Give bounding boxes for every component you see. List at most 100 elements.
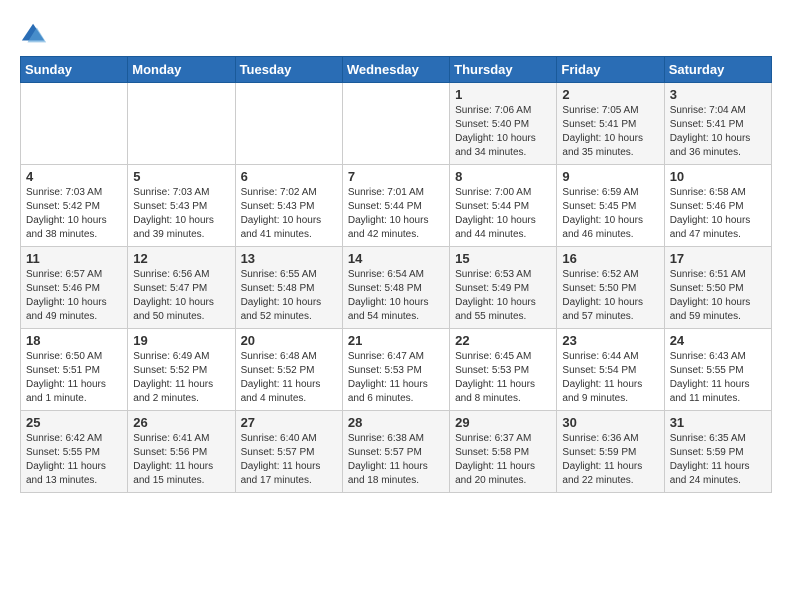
day-info: Sunrise: 7:01 AM Sunset: 5:44 PM Dayligh…	[348, 186, 444, 242]
day-number: 3	[670, 87, 766, 102]
day-info: Sunrise: 7:03 AM Sunset: 5:43 PM Dayligh…	[133, 186, 229, 242]
logo-icon	[20, 20, 48, 48]
week-row-5: 25 Sunrise: 6:42 AM Sunset: 5:55 PM Dayli…	[21, 411, 772, 493]
day-cell-3-1: 19 Sunrise: 6:49 AM Sunset: 5:52 PM Dayli…	[128, 329, 235, 411]
day-number: 27	[241, 415, 337, 430]
day-info: Sunrise: 6:41 AM Sunset: 5:56 PM Dayligh…	[133, 432, 229, 488]
day-number: 26	[133, 415, 229, 430]
day-cell-3-2: 20Sunrise: 6:48 AM Sunset: 5:52 PM Dayli…	[235, 329, 342, 411]
day-cell-4-3: 28 Sunrise: 6:38 AM Sunset: 5:57 PM Dayli…	[342, 411, 449, 493]
week-row-2: 4 Sunrise: 7:03 AM Sunset: 5:42 PM Daylig…	[21, 165, 772, 247]
day-info: Sunrise: 7:00 AM Sunset: 5:44 PM Dayligh…	[455, 186, 551, 242]
day-cell-1-5: 9Sunrise: 6:59 AM Sunset: 5:45 PM Daylig…	[557, 165, 664, 247]
day-info: Sunrise: 6:47 AM Sunset: 5:53 PM Dayligh…	[348, 350, 444, 406]
day-info: Sunrise: 6:48 AM Sunset: 5:52 PM Dayligh…	[241, 350, 337, 406]
day-cell-4-4: 29Sunrise: 6:37 AM Sunset: 5:58 PM Dayli…	[450, 411, 557, 493]
header-thursday: Thursday	[450, 57, 557, 83]
header	[20, 20, 772, 48]
header-sunday: Sunday	[21, 57, 128, 83]
day-cell-0-4: 1 Sunrise: 7:06 AM Sunset: 5:40 PM Daylig…	[450, 83, 557, 165]
day-cell-2-2: 13Sunrise: 6:55 AM Sunset: 5:48 PM Dayli…	[235, 247, 342, 329]
day-info: Sunrise: 6:40 AM Sunset: 5:57 PM Dayligh…	[241, 432, 337, 488]
day-cell-1-2: 6 Sunrise: 7:02 AM Sunset: 5:43 PM Daylig…	[235, 165, 342, 247]
day-number: 18	[26, 333, 122, 348]
day-number: 21	[348, 333, 444, 348]
day-cell-3-3: 21 Sunrise: 6:47 AM Sunset: 5:53 PM Dayli…	[342, 329, 449, 411]
day-number: 11	[26, 251, 122, 266]
day-info: Sunrise: 6:45 AM Sunset: 5:53 PM Dayligh…	[455, 350, 551, 406]
header-wednesday: Wednesday	[342, 57, 449, 83]
day-info: Sunrise: 7:02 AM Sunset: 5:43 PM Dayligh…	[241, 186, 337, 242]
day-number: 31	[670, 415, 766, 430]
day-cell-3-5: 23 Sunrise: 6:44 AM Sunset: 5:54 PM Dayli…	[557, 329, 664, 411]
day-cell-2-1: 12 Sunrise: 6:56 AM Sunset: 5:47 PM Dayli…	[128, 247, 235, 329]
day-cell-2-5: 16 Sunrise: 6:52 AM Sunset: 5:50 PM Dayli…	[557, 247, 664, 329]
day-cell-2-4: 15 Sunrise: 6:53 AM Sunset: 5:49 PM Dayli…	[450, 247, 557, 329]
day-number: 15	[455, 251, 551, 266]
day-number: 25	[26, 415, 122, 430]
day-number: 5	[133, 169, 229, 184]
day-cell-0-3	[342, 83, 449, 165]
day-cell-1-0: 4 Sunrise: 7:03 AM Sunset: 5:42 PM Daylig…	[21, 165, 128, 247]
day-cell-2-6: 17Sunrise: 6:51 AM Sunset: 5:50 PM Dayli…	[664, 247, 771, 329]
day-info: Sunrise: 7:06 AM Sunset: 5:40 PM Dayligh…	[455, 104, 551, 160]
day-cell-0-2	[235, 83, 342, 165]
day-info: Sunrise: 6:54 AM Sunset: 5:48 PM Dayligh…	[348, 268, 444, 324]
day-cell-1-3: 7Sunrise: 7:01 AM Sunset: 5:44 PM Daylig…	[342, 165, 449, 247]
header-tuesday: Tuesday	[235, 57, 342, 83]
day-info: Sunrise: 7:04 AM Sunset: 5:41 PM Dayligh…	[670, 104, 766, 160]
day-number: 4	[26, 169, 122, 184]
day-number: 22	[455, 333, 551, 348]
day-info: Sunrise: 6:53 AM Sunset: 5:49 PM Dayligh…	[455, 268, 551, 324]
day-info: Sunrise: 6:50 AM Sunset: 5:51 PM Dayligh…	[26, 350, 122, 406]
day-info: Sunrise: 6:42 AM Sunset: 5:55 PM Dayligh…	[26, 432, 122, 488]
day-cell-4-0: 25 Sunrise: 6:42 AM Sunset: 5:55 PM Dayli…	[21, 411, 128, 493]
day-cell-0-1	[128, 83, 235, 165]
day-info: Sunrise: 6:36 AM Sunset: 5:59 PM Dayligh…	[562, 432, 658, 488]
day-info: Sunrise: 6:49 AM Sunset: 5:52 PM Dayligh…	[133, 350, 229, 406]
day-cell-0-6: 3 Sunrise: 7:04 AM Sunset: 5:41 PM Daylig…	[664, 83, 771, 165]
day-info: Sunrise: 7:03 AM Sunset: 5:42 PM Dayligh…	[26, 186, 122, 242]
day-cell-0-5: 2Sunrise: 7:05 AM Sunset: 5:41 PM Daylig…	[557, 83, 664, 165]
day-number: 19	[133, 333, 229, 348]
day-info: Sunrise: 6:35 AM Sunset: 5:59 PM Dayligh…	[670, 432, 766, 488]
day-cell-3-6: 24 Sunrise: 6:43 AM Sunset: 5:55 PM Dayli…	[664, 329, 771, 411]
day-info: Sunrise: 6:43 AM Sunset: 5:55 PM Dayligh…	[670, 350, 766, 406]
day-cell-4-1: 26 Sunrise: 6:41 AM Sunset: 5:56 PM Dayli…	[128, 411, 235, 493]
day-cell-2-0: 11 Sunrise: 6:57 AM Sunset: 5:46 PM Dayli…	[21, 247, 128, 329]
day-cell-4-6: 31 Sunrise: 6:35 AM Sunset: 5:59 PM Dayli…	[664, 411, 771, 493]
day-info: Sunrise: 6:44 AM Sunset: 5:54 PM Dayligh…	[562, 350, 658, 406]
calendar-table: SundayMondayTuesdayWednesdayThursdayFrid…	[20, 56, 772, 493]
day-number: 24	[670, 333, 766, 348]
day-info: Sunrise: 6:57 AM Sunset: 5:46 PM Dayligh…	[26, 268, 122, 324]
day-cell-1-6: 10 Sunrise: 6:58 AM Sunset: 5:46 PM Dayli…	[664, 165, 771, 247]
header-saturday: Saturday	[664, 57, 771, 83]
day-number: 12	[133, 251, 229, 266]
day-number: 23	[562, 333, 658, 348]
day-number: 10	[670, 169, 766, 184]
day-info: Sunrise: 7:05 AM Sunset: 5:41 PM Dayligh…	[562, 104, 658, 160]
day-cell-1-1: 5 Sunrise: 7:03 AM Sunset: 5:43 PM Daylig…	[128, 165, 235, 247]
header-row: SundayMondayTuesdayWednesdayThursdayFrid…	[21, 57, 772, 83]
day-number: 16	[562, 251, 658, 266]
day-number: 1	[455, 87, 551, 102]
day-info: Sunrise: 6:58 AM Sunset: 5:46 PM Dayligh…	[670, 186, 766, 242]
week-row-4: 18 Sunrise: 6:50 AM Sunset: 5:51 PM Dayli…	[21, 329, 772, 411]
day-info: Sunrise: 6:51 AM Sunset: 5:50 PM Dayligh…	[670, 268, 766, 324]
day-number: 13	[241, 251, 337, 266]
day-info: Sunrise: 6:56 AM Sunset: 5:47 PM Dayligh…	[133, 268, 229, 324]
day-number: 6	[241, 169, 337, 184]
day-number: 30	[562, 415, 658, 430]
day-cell-1-4: 8Sunrise: 7:00 AM Sunset: 5:44 PM Daylig…	[450, 165, 557, 247]
logo	[20, 20, 52, 48]
header-friday: Friday	[557, 57, 664, 83]
day-cell-2-3: 14Sunrise: 6:54 AM Sunset: 5:48 PM Dayli…	[342, 247, 449, 329]
day-info: Sunrise: 6:37 AM Sunset: 5:58 PM Dayligh…	[455, 432, 551, 488]
header-monday: Monday	[128, 57, 235, 83]
day-info: Sunrise: 6:52 AM Sunset: 5:50 PM Dayligh…	[562, 268, 658, 324]
day-number: 9	[562, 169, 658, 184]
week-row-3: 11 Sunrise: 6:57 AM Sunset: 5:46 PM Dayli…	[21, 247, 772, 329]
day-cell-3-4: 22 Sunrise: 6:45 AM Sunset: 5:53 PM Dayli…	[450, 329, 557, 411]
day-info: Sunrise: 6:38 AM Sunset: 5:57 PM Dayligh…	[348, 432, 444, 488]
day-number: 28	[348, 415, 444, 430]
